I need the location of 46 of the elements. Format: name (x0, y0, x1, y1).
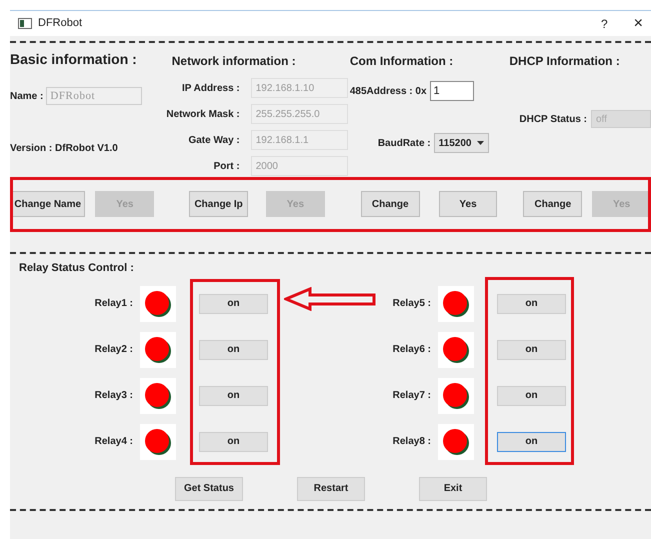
relay-label: Relay4 : (94, 435, 133, 449)
section-heading: Network information : (172, 53, 297, 70)
caret-icon (477, 141, 484, 145)
window-title: DFRobot (38, 16, 82, 32)
action-button[interactable]: Exit (419, 476, 487, 500)
baudrate-label: BaudRate : (378, 136, 431, 150)
change-button[interactable]: Change (360, 191, 420, 217)
relay-label: Relay1 : (94, 297, 133, 311)
relay-button[interactable]: on (497, 432, 566, 452)
field-label: IP Address : (180, 82, 240, 96)
change-button[interactable]: Yes (438, 191, 498, 217)
change-button[interactable]: Change Name (10, 191, 86, 217)
section-heading: DHCP Information : (509, 53, 621, 70)
field-label: Gate Way : (187, 134, 240, 148)
relay-label: Relay6 : (392, 343, 431, 357)
field-label: Network Mask : (165, 108, 240, 122)
change-button[interactable]: Change (523, 191, 582, 217)
relay-button[interactable]: on (199, 432, 268, 452)
arrow-icon (284, 287, 376, 311)
change-button[interactable]: Change Ip (189, 191, 248, 217)
address-label: 485Address : 0x (350, 84, 427, 98)
section-heading: Basic information : (10, 50, 138, 69)
relay-label: Relay8 : (392, 435, 431, 449)
section-heading: Relay Status Control : (19, 261, 135, 276)
dhcp-status-label: DHCP Status : (519, 112, 587, 126)
relay-button[interactable]: on (199, 386, 268, 406)
relay-label: Relay3 : (94, 389, 133, 403)
app-icon (18, 18, 32, 29)
name-label: Name : (10, 90, 44, 104)
address-field[interactable]: 1 (430, 81, 474, 101)
relay-label: Relay5 : (392, 297, 431, 311)
relay-button[interactable]: on (199, 340, 268, 360)
action-button[interactable]: Restart (297, 476, 365, 500)
help-button[interactable]: ? (600, 14, 608, 32)
relay-label: Relay7 : (392, 389, 431, 403)
relay-button[interactable]: on (497, 386, 566, 406)
baudrate-dropdown[interactable]: 115200 (434, 133, 490, 153)
relay-button[interactable]: on (199, 294, 268, 314)
version-text: Version : DfRobot V1.0 (10, 142, 119, 156)
relay-button[interactable]: on (497, 294, 566, 314)
action-button[interactable]: Get Status (175, 476, 243, 500)
section-heading: Com Information : (350, 53, 454, 70)
relay-button[interactable]: on (497, 340, 566, 360)
relay-label: Relay2 : (94, 343, 133, 357)
close-button[interactable]: × (634, 16, 643, 32)
field-label: Port : (212, 160, 240, 174)
